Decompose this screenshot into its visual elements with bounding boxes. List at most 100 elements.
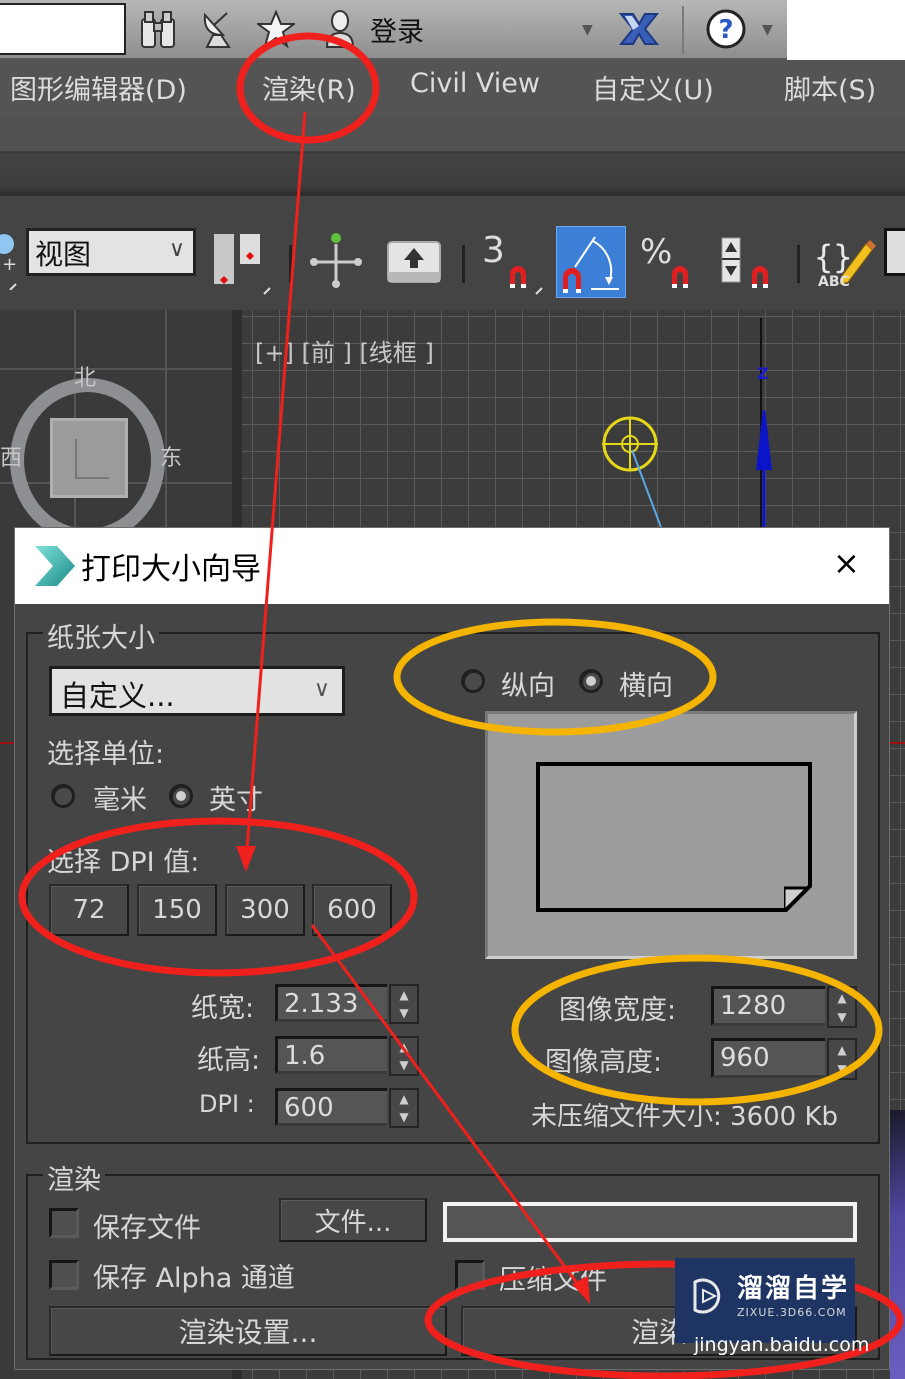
image-width-field[interactable]: 1280 bbox=[711, 986, 825, 1026]
spinner-up-icon[interactable]: ▲ bbox=[399, 1041, 408, 1053]
help-dropdown-arrow-icon[interactable]: ▼ bbox=[762, 22, 773, 38]
page-fold-icon bbox=[784, 884, 812, 912]
menu-civil-view[interactable]: Civil View bbox=[410, 68, 540, 99]
watermark-badge: 溜溜自学 ZIXUE.3D66.COM bbox=[675, 1258, 855, 1343]
svg-text:+: + bbox=[2, 254, 17, 275]
edit-named-selection-sets-icon[interactable]: {} ABC bbox=[812, 228, 876, 296]
paper-landscape-icon bbox=[536, 762, 812, 912]
dpi-150-button[interactable]: 150 bbox=[137, 884, 217, 936]
spinner-down-icon[interactable]: ▼ bbox=[399, 1007, 408, 1019]
unit-mm-radio[interactable] bbox=[51, 784, 75, 808]
toolbar-separator bbox=[682, 6, 684, 54]
save-alpha-checkbox[interactable] bbox=[49, 1260, 79, 1290]
autodesk-exchange-x-icon[interactable] bbox=[614, 8, 664, 50]
dpi-spinner[interactable]: ▲ ▼ bbox=[389, 1088, 419, 1128]
abc-label: ABC bbox=[818, 274, 850, 290]
unit-inch-radio[interactable] bbox=[169, 784, 193, 808]
compass-north-label: 北 bbox=[74, 366, 97, 391]
reference-coordinate-icon[interactable]: + bbox=[0, 230, 20, 291]
percent-snap-toggle-icon[interactable]: % bbox=[636, 228, 702, 296]
menu-scripting[interactable]: 脚本(S) bbox=[784, 68, 876, 107]
select-manipulate-icon[interactable] bbox=[304, 228, 364, 296]
watermark-title: 溜溜自学 bbox=[737, 1274, 850, 1304]
toolbar-separator bbox=[462, 245, 465, 283]
manage-layers-icon[interactable] bbox=[884, 228, 905, 276]
help-question-icon[interactable]: ? bbox=[702, 8, 750, 50]
chevron-down-icon: ∨ bbox=[313, 677, 330, 702]
spinner-up-icon[interactable]: ▲ bbox=[837, 1044, 846, 1056]
orientation-landscape-radio[interactable] bbox=[579, 669, 603, 693]
dpi-72-button[interactable]: 72 bbox=[49, 884, 129, 936]
keyboard-shortcut-override-icon[interactable] bbox=[384, 228, 444, 296]
user-icon[interactable] bbox=[318, 8, 362, 50]
save-alpha-label[interactable]: 保存 Alpha 通道 bbox=[93, 1256, 295, 1295]
menu-rendering[interactable]: 渲染(R) bbox=[262, 68, 356, 107]
menu-graph-editors[interactable]: 图形编辑器(D) bbox=[10, 68, 187, 107]
paper-height-spinner[interactable]: ▲ ▼ bbox=[389, 1036, 419, 1076]
z-axis-cone bbox=[756, 410, 772, 470]
orientation-portrait-label[interactable]: 纵向 bbox=[501, 664, 555, 703]
file-path-field[interactable] bbox=[443, 1202, 857, 1242]
ribbon-area bbox=[0, 115, 905, 195]
viewport-label[interactable]: [+] [前 ] [线框 ] bbox=[255, 333, 434, 368]
z-axis-label: Z bbox=[757, 364, 769, 383]
dpi-300-button[interactable]: 300 bbox=[225, 884, 305, 936]
login-link[interactable]: 登录 bbox=[370, 10, 424, 49]
binoculars-icon[interactable] bbox=[136, 8, 180, 50]
star-icon[interactable] bbox=[254, 8, 298, 50]
compass-east-label: 东 bbox=[160, 446, 183, 471]
save-file-checkbox[interactable] bbox=[49, 1208, 79, 1238]
camera-target-icon bbox=[602, 416, 658, 472]
title-area-blank bbox=[787, 0, 905, 60]
render-group-label: 渲染 bbox=[43, 1158, 105, 1197]
dpi-field[interactable]: 600 bbox=[275, 1088, 387, 1126]
spinner-up-icon[interactable]: ▲ bbox=[399, 1093, 408, 1105]
menu-customize[interactable]: 自定义(U) bbox=[592, 68, 714, 107]
image-width-spinner[interactable]: ▲ ▼ bbox=[827, 986, 857, 1028]
watermark-subtitle: ZIXUE.3D66.COM bbox=[737, 1306, 847, 1319]
image-width-label: 图像宽度: bbox=[559, 995, 677, 1026]
paper-height-field[interactable]: 1.6 bbox=[275, 1036, 387, 1074]
unit-inch-label[interactable]: 英寸 bbox=[209, 778, 263, 817]
paper-size-group-label: 纸张大小 bbox=[43, 616, 159, 655]
background-render-object bbox=[890, 1110, 905, 1379]
paper-size-select[interactable]: 自定义... ∨ bbox=[49, 666, 345, 716]
orientation-landscape-label[interactable]: 横向 bbox=[619, 664, 673, 703]
scene-objects bbox=[602, 410, 772, 530]
paper-width-field[interactable]: 2.133 bbox=[275, 984, 387, 1022]
paper-width-spinner[interactable]: ▲ ▼ bbox=[389, 984, 419, 1024]
dpi-600-button[interactable]: 600 bbox=[312, 884, 392, 936]
spinner-up-icon[interactable]: ▲ bbox=[399, 989, 408, 1001]
spinner-down-icon[interactable]: ▼ bbox=[399, 1111, 408, 1123]
spinner-snap-toggle-icon[interactable] bbox=[716, 228, 782, 296]
toolbar-separator bbox=[289, 245, 292, 283]
search-input[interactable] bbox=[0, 3, 126, 55]
spinner-down-icon[interactable]: ▼ bbox=[399, 1059, 408, 1071]
angle-snap-toggle-icon[interactable] bbox=[556, 226, 626, 298]
reference-coordinate-system-select[interactable]: 视图 ∨ bbox=[26, 228, 196, 276]
viewcube-face-mark bbox=[75, 439, 77, 479]
unit-mm-label[interactable]: 毫米 bbox=[93, 778, 147, 817]
spinner-down-icon[interactable]: ▼ bbox=[837, 1011, 846, 1023]
use-pivot-center-icon[interactable] bbox=[208, 228, 278, 296]
image-height-field[interactable]: 960 bbox=[711, 1038, 825, 1078]
save-file-label[interactable]: 保存文件 bbox=[93, 1206, 201, 1245]
paper-height-label: 纸高: bbox=[197, 1045, 261, 1076]
print-size-wizard-dialog: 打印大小向导 × 纸张大小 自定义... ∨ 选择单位: 毫米 英寸 纵向 横向… bbox=[14, 527, 890, 1370]
viewport-axis-line bbox=[890, 742, 905, 744]
file-button[interactable]: 文件... bbox=[279, 1198, 427, 1242]
viewport-axis-line bbox=[0, 742, 14, 744]
image-height-spinner[interactable]: ▲ ▼ bbox=[827, 1038, 857, 1080]
dialog-titlebar[interactable]: 打印大小向导 × bbox=[15, 528, 889, 604]
satellite-dish-icon[interactable] bbox=[196, 8, 240, 50]
compress-file-checkbox[interactable] bbox=[455, 1260, 485, 1290]
close-button[interactable]: × bbox=[833, 544, 860, 582]
spinner-down-icon[interactable]: ▼ bbox=[837, 1063, 846, 1075]
spinner-up-icon[interactable]: ▲ bbox=[837, 992, 846, 1004]
render-settings-button[interactable]: 渲染设置... bbox=[49, 1306, 447, 1356]
viewcube[interactable] bbox=[50, 418, 128, 498]
snaps-toggle-3d-icon[interactable]: 3 bbox=[478, 228, 548, 296]
orientation-portrait-radio[interactable] bbox=[461, 669, 485, 693]
login-dropdown-arrow-icon[interactable]: ▼ bbox=[582, 22, 593, 38]
compress-file-label[interactable]: 压缩文件 bbox=[499, 1258, 607, 1297]
